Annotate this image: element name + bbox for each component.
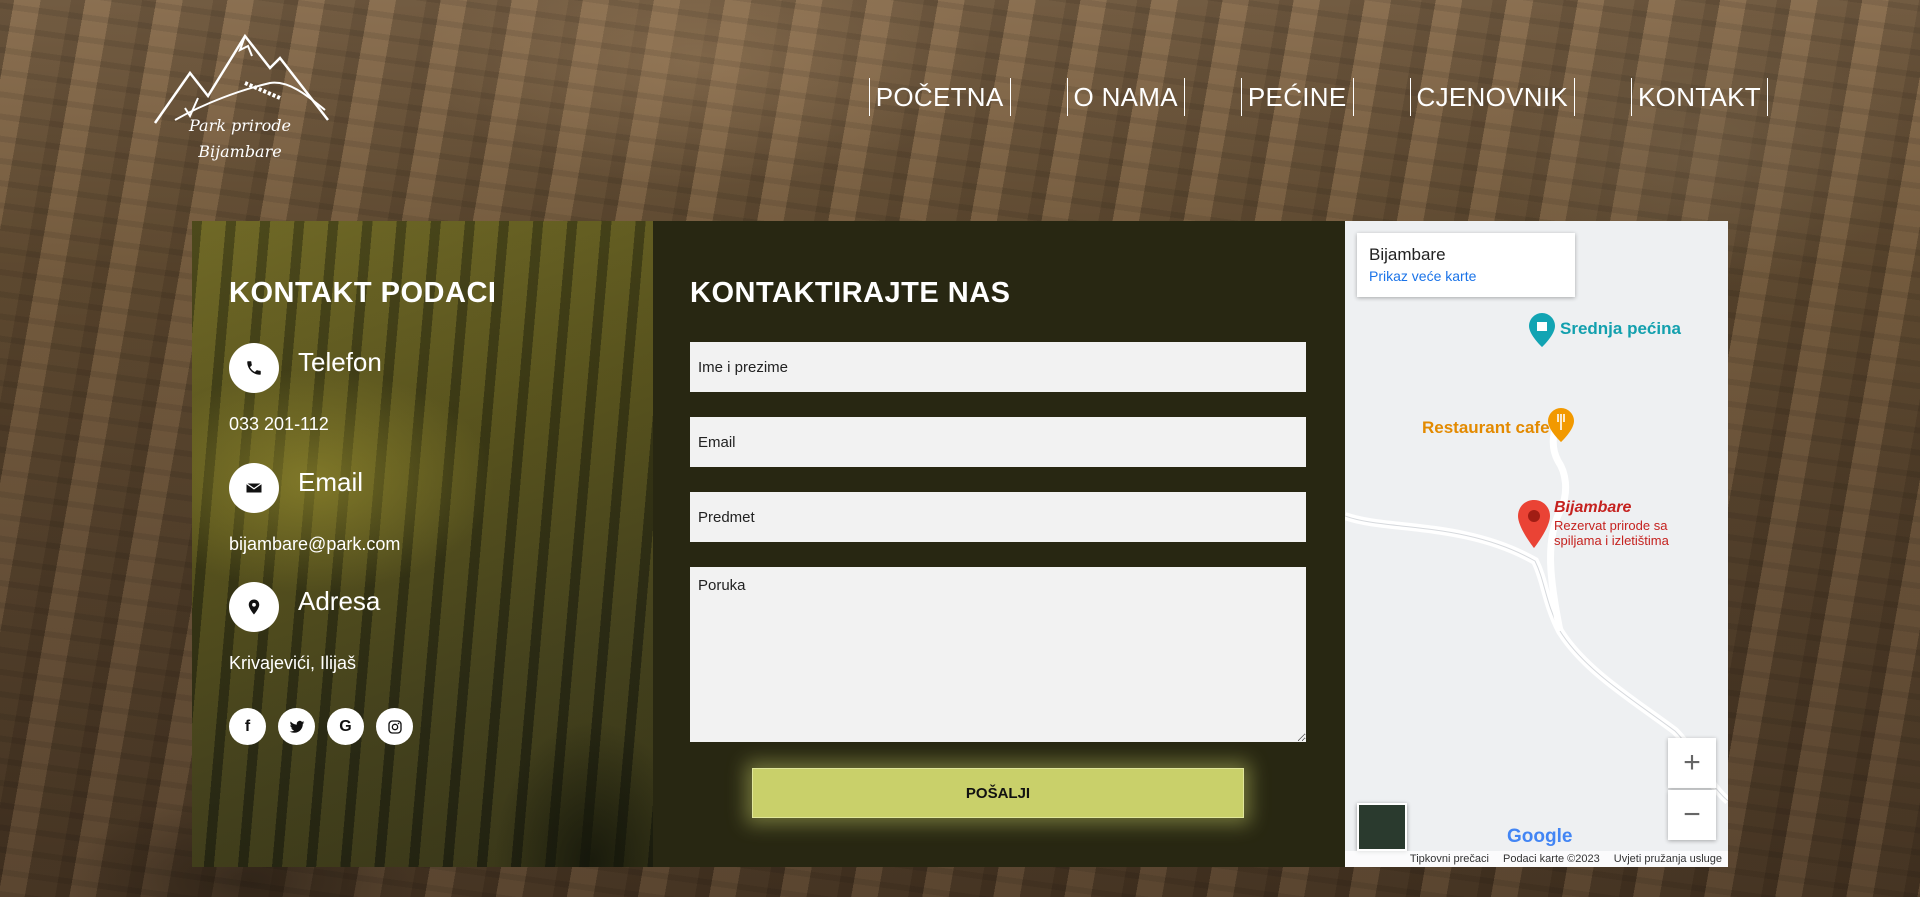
park-logo[interactable]: Park prirode Bijambare — [150, 28, 330, 168]
name-input[interactable] — [690, 342, 1306, 392]
larger-map-link[interactable]: Prikaz veće karte — [1369, 268, 1563, 284]
map-data-label: Podaci karte ©2023 — [1502, 853, 1600, 865]
phone-label: Telefon — [298, 347, 382, 377]
email-input[interactable] — [690, 417, 1306, 467]
google-icon[interactable]: G — [327, 708, 364, 745]
main-nav: POČETNA O NAMA PEĆINE CJENOVNIK KONTAKT — [868, 78, 1768, 116]
social-links: f G — [229, 708, 413, 745]
nav-item-o-nama[interactable]: O NAMA — [1066, 78, 1185, 116]
twitter-icon[interactable] — [278, 708, 315, 745]
map-pin-icon — [229, 582, 279, 632]
phone-icon — [229, 343, 279, 393]
map-pin-red-icon[interactable] — [1518, 500, 1550, 552]
poi-restaurant-cafe[interactable]: Restaurant cafe — [1422, 418, 1550, 438]
nav-item-cjenovnik[interactable]: CJENOVNIK — [1409, 78, 1576, 116]
map-place-name: Bijambare — [1369, 245, 1446, 264]
poi-srednja-pecina[interactable]: Srednja pećina — [1560, 319, 1681, 339]
envelope-icon — [229, 463, 279, 513]
castle-icon — [1529, 313, 1555, 351]
map-embed[interactable]: Bijambare Prikaz veće karte Srednja peći… — [1345, 221, 1728, 867]
facebook-icon[interactable]: f — [229, 708, 266, 745]
contact-form-title: KONTAKTIRAJTE NAS — [690, 277, 1011, 309]
mountain-logo-icon — [153, 33, 329, 124]
submit-button[interactable]: POŠALJI — [752, 768, 1244, 818]
google-logo: Google — [1507, 826, 1573, 847]
phone-value: 033 201-112 — [229, 414, 329, 434]
logo-line-1: Park prirode — [188, 116, 291, 135]
subject-input[interactable] — [690, 492, 1306, 542]
pin-subtitle-1: Rezervat prirode sa — [1554, 518, 1668, 533]
nav-item-pecine[interactable]: PEĆINE — [1240, 78, 1354, 116]
terms-link[interactable]: Uvjeti pružanja usluge — [1614, 853, 1722, 865]
zoom-in-button[interactable]: + — [1668, 738, 1716, 788]
restaurant-icon — [1548, 408, 1574, 446]
address-label: Adresa — [298, 586, 381, 616]
contact-info-section: KONTAKT PODACI Telefon 033 201-112 Email… — [192, 221, 653, 867]
contact-panel: KONTAKT PODACI Telefon 033 201-112 Email… — [192, 221, 1728, 867]
contact-info-title: KONTAKT PODACI — [229, 277, 497, 309]
satellite-toggle[interactable] — [1357, 803, 1407, 851]
nav-item-kontakt[interactable]: KONTAKT — [1631, 78, 1768, 116]
pin-title: Bijambare — [1554, 499, 1632, 516]
logo-line-2: Bijambare — [198, 142, 282, 161]
contact-form-section: KONTAKTIRAJTE NAS POŠALJI — [653, 221, 1345, 867]
address-value: Krivajevići, Ilijaš — [229, 653, 357, 673]
email-value: bijambare@park.com — [229, 534, 401, 554]
email-label: Email — [298, 467, 364, 497]
keyboard-shortcuts-link[interactable]: Tipkovni prečaci — [1410, 853, 1489, 865]
instagram-icon[interactable] — [376, 708, 413, 745]
nav-item-pocetna[interactable]: POČETNA — [868, 78, 1011, 116]
pin-subtitle-2: spiljama i izletištima — [1554, 533, 1669, 548]
map-footer: Tipkovni prečaci Podaci karte ©2023 Uvje… — [1345, 851, 1728, 867]
map-info-card: Bijambare Prikaz veće karte — [1357, 233, 1575, 297]
message-textarea[interactable] — [690, 567, 1306, 742]
zoom-out-button[interactable]: − — [1668, 790, 1716, 840]
